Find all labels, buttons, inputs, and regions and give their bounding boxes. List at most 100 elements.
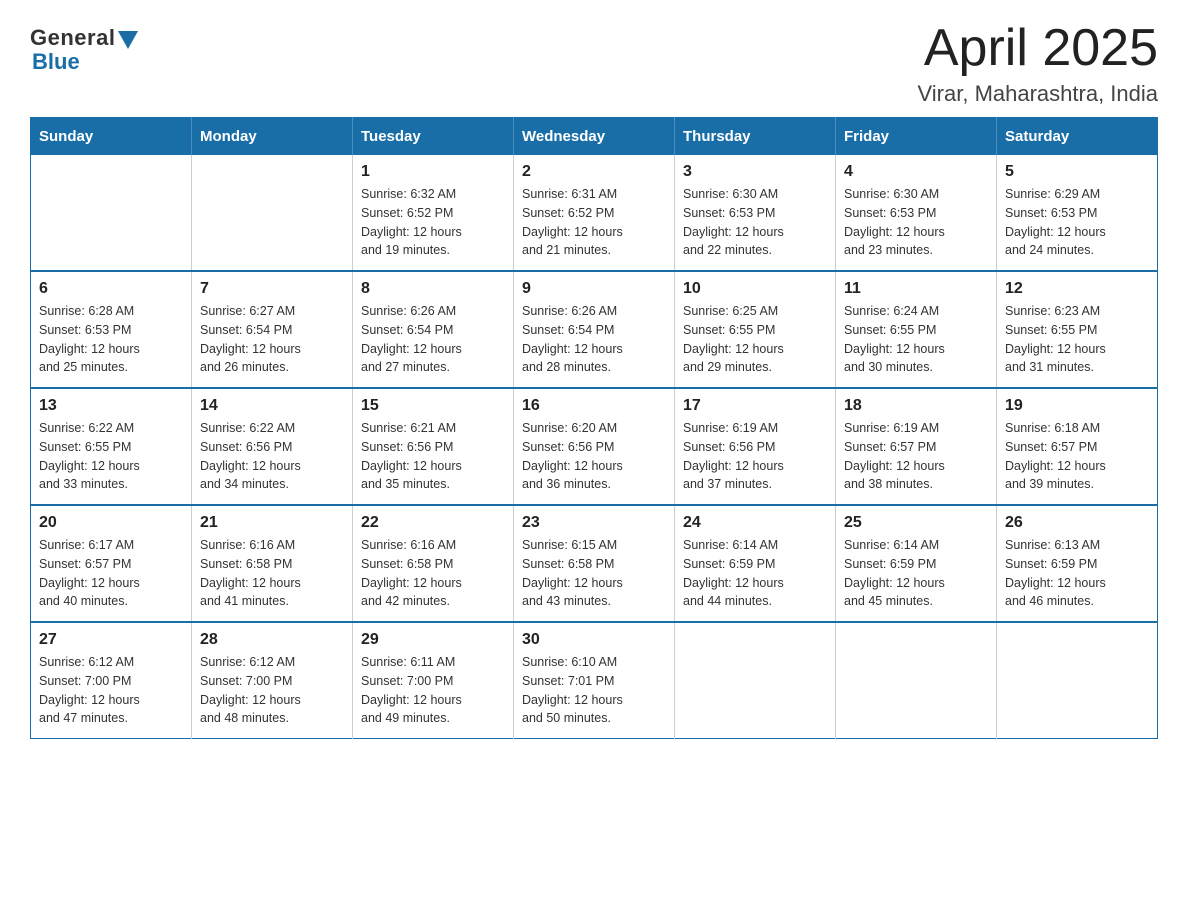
calendar-day-cell: 20 Sunrise: 6:17 AM Sunset: 6:57 PM Dayli… [31, 505, 192, 622]
day-info: Sunrise: 6:21 AM Sunset: 6:56 PM Dayligh… [361, 419, 505, 494]
day-number: 11 [844, 280, 988, 298]
day-info: Sunrise: 6:11 AM Sunset: 7:00 PM Dayligh… [361, 653, 505, 728]
calendar-day-cell: 26Sunrise: 6:13 AM Sunset: 6:59 PM Dayli… [997, 505, 1158, 622]
calendar-day-cell: 1Sunrise: 6:32 AM Sunset: 6:52 PM Daylig… [353, 155, 514, 271]
calendar-week-row: 27 Sunrise: 6:12 AM Sunset: 7:00 PM Dayli… [31, 622, 1158, 739]
logo-general-text: General [30, 25, 115, 51]
calendar-week-row: 6Sunrise: 6:28 AM Sunset: 6:53 PM Daylig… [31, 271, 1158, 388]
day-info: Sunrise: 6:19 AM Sunset: 6:56 PM Dayligh… [683, 419, 827, 494]
day-of-week-header: Friday [836, 118, 997, 156]
day-info: Sunrise: 6:16 AM Sunset: 6:58 PM Dayligh… [361, 536, 505, 611]
day-number: 22 [361, 514, 505, 532]
day-number: 15 [361, 397, 505, 415]
calendar-day-cell: 11 Sunrise: 6:24 AM Sunset: 6:55 PM Dayli… [836, 271, 997, 388]
day-number: 2 [522, 163, 666, 181]
calendar-week-row: 20 Sunrise: 6:17 AM Sunset: 6:57 PM Dayli… [31, 505, 1158, 622]
logo-blue-text: Blue [30, 49, 80, 75]
day-info: Sunrise: 6:19 AM Sunset: 6:57 PM Dayligh… [844, 419, 988, 494]
day-info: Sunrise: 6:24 AM Sunset: 6:55 PM Dayligh… [844, 302, 988, 377]
calendar-day-cell: 3Sunrise: 6:30 AM Sunset: 6:53 PM Daylig… [675, 155, 836, 271]
calendar-day-cell [997, 622, 1158, 739]
day-number: 20 [39, 514, 183, 532]
page-header: General Blue April 2025 Virar, Maharasht… [30, 20, 1158, 107]
day-info: Sunrise: 6:12 AM Sunset: 7:00 PM Dayligh… [39, 653, 183, 728]
day-number: 10 [683, 280, 827, 298]
calendar-day-cell: 24Sunrise: 6:14 AM Sunset: 6:59 PM Dayli… [675, 505, 836, 622]
day-info: Sunrise: 6:31 AM Sunset: 6:52 PM Dayligh… [522, 185, 666, 260]
day-info: Sunrise: 6:18 AM Sunset: 6:57 PM Dayligh… [1005, 419, 1149, 494]
calendar-day-cell: 2 Sunrise: 6:31 AM Sunset: 6:52 PM Daylig… [514, 155, 675, 271]
day-info: Sunrise: 6:26 AM Sunset: 6:54 PM Dayligh… [361, 302, 505, 377]
day-of-week-header: Sunday [31, 118, 192, 156]
day-number: 12 [1005, 280, 1149, 298]
calendar-day-cell: 4 Sunrise: 6:30 AM Sunset: 6:53 PM Daylig… [836, 155, 997, 271]
calendar-day-cell: 13Sunrise: 6:22 AM Sunset: 6:55 PM Dayli… [31, 388, 192, 505]
day-of-week-header: Wednesday [514, 118, 675, 156]
calendar-day-cell: 18Sunrise: 6:19 AM Sunset: 6:57 PM Dayli… [836, 388, 997, 505]
calendar-day-cell: 30 Sunrise: 6:10 AM Sunset: 7:01 PM Dayli… [514, 622, 675, 739]
day-number: 30 [522, 631, 666, 649]
title-area: April 2025 Virar, Maharashtra, India [918, 20, 1159, 107]
day-number: 27 [39, 631, 183, 649]
calendar-day-cell [675, 622, 836, 739]
day-of-week-header: Saturday [997, 118, 1158, 156]
day-number: 21 [200, 514, 344, 532]
calendar-day-cell: 7 Sunrise: 6:27 AM Sunset: 6:54 PM Daylig… [192, 271, 353, 388]
logo-triangle-icon [118, 31, 138, 49]
day-number: 9 [522, 280, 666, 298]
day-info: Sunrise: 6:12 AM Sunset: 7:00 PM Dayligh… [200, 653, 344, 728]
calendar-day-cell: 29 Sunrise: 6:11 AM Sunset: 7:00 PM Dayli… [353, 622, 514, 739]
day-info: Sunrise: 6:14 AM Sunset: 6:59 PM Dayligh… [844, 536, 988, 611]
day-number: 1 [361, 163, 505, 181]
day-info: Sunrise: 6:29 AM Sunset: 6:53 PM Dayligh… [1005, 185, 1149, 260]
day-number: 29 [361, 631, 505, 649]
calendar-body: 1Sunrise: 6:32 AM Sunset: 6:52 PM Daylig… [31, 155, 1158, 739]
day-info: Sunrise: 6:20 AM Sunset: 6:56 PM Dayligh… [522, 419, 666, 494]
day-of-week-header: Tuesday [353, 118, 514, 156]
calendar-day-cell: 5 Sunrise: 6:29 AM Sunset: 6:53 PM Daylig… [997, 155, 1158, 271]
day-number: 24 [683, 514, 827, 532]
calendar-day-cell: 14Sunrise: 6:22 AM Sunset: 6:56 PM Dayli… [192, 388, 353, 505]
day-info: Sunrise: 6:26 AM Sunset: 6:54 PM Dayligh… [522, 302, 666, 377]
calendar-day-cell: 23 Sunrise: 6:15 AM Sunset: 6:58 PM Dayli… [514, 505, 675, 622]
day-info: Sunrise: 6:27 AM Sunset: 6:54 PM Dayligh… [200, 302, 344, 377]
day-number: 17 [683, 397, 827, 415]
calendar-week-row: 1Sunrise: 6:32 AM Sunset: 6:52 PM Daylig… [31, 155, 1158, 271]
calendar-day-cell: 19 Sunrise: 6:18 AM Sunset: 6:57 PM Dayli… [997, 388, 1158, 505]
day-number: 13 [39, 397, 183, 415]
calendar-day-cell [31, 155, 192, 271]
day-info: Sunrise: 6:17 AM Sunset: 6:57 PM Dayligh… [39, 536, 183, 611]
calendar-day-cell: 12Sunrise: 6:23 AM Sunset: 6:55 PM Dayli… [997, 271, 1158, 388]
day-number: 4 [844, 163, 988, 181]
calendar-day-cell: 9 Sunrise: 6:26 AM Sunset: 6:54 PM Daylig… [514, 271, 675, 388]
day-number: 23 [522, 514, 666, 532]
day-number: 16 [522, 397, 666, 415]
day-number: 6 [39, 280, 183, 298]
calendar-day-cell: 25 Sunrise: 6:14 AM Sunset: 6:59 PM Dayli… [836, 505, 997, 622]
calendar-day-cell: 6Sunrise: 6:28 AM Sunset: 6:53 PM Daylig… [31, 271, 192, 388]
calendar-day-cell: 17 Sunrise: 6:19 AM Sunset: 6:56 PM Dayli… [675, 388, 836, 505]
day-info: Sunrise: 6:30 AM Sunset: 6:53 PM Dayligh… [844, 185, 988, 260]
calendar-day-cell [192, 155, 353, 271]
calendar-header: SundayMondayTuesdayWednesdayThursdayFrid… [31, 118, 1158, 156]
day-number: 28 [200, 631, 344, 649]
day-info: Sunrise: 6:22 AM Sunset: 6:56 PM Dayligh… [200, 419, 344, 494]
day-number: 7 [200, 280, 344, 298]
calendar-day-cell: 15 Sunrise: 6:21 AM Sunset: 6:56 PM Dayli… [353, 388, 514, 505]
main-title: April 2025 [918, 20, 1159, 77]
logo: General Blue [30, 20, 138, 75]
day-info: Sunrise: 6:13 AM Sunset: 6:59 PM Dayligh… [1005, 536, 1149, 611]
calendar-table: SundayMondayTuesdayWednesdayThursdayFrid… [30, 117, 1158, 739]
calendar-week-row: 13Sunrise: 6:22 AM Sunset: 6:55 PM Dayli… [31, 388, 1158, 505]
day-number: 19 [1005, 397, 1149, 415]
calendar-day-cell: 10Sunrise: 6:25 AM Sunset: 6:55 PM Dayli… [675, 271, 836, 388]
day-of-week-header: Monday [192, 118, 353, 156]
calendar-day-cell [836, 622, 997, 739]
day-info: Sunrise: 6:15 AM Sunset: 6:58 PM Dayligh… [522, 536, 666, 611]
calendar-day-cell: 21Sunrise: 6:16 AM Sunset: 6:58 PM Dayli… [192, 505, 353, 622]
day-info: Sunrise: 6:10 AM Sunset: 7:01 PM Dayligh… [522, 653, 666, 728]
subtitle: Virar, Maharashtra, India [918, 81, 1159, 107]
day-info: Sunrise: 6:30 AM Sunset: 6:53 PM Dayligh… [683, 185, 827, 260]
day-number: 25 [844, 514, 988, 532]
day-number: 5 [1005, 163, 1149, 181]
